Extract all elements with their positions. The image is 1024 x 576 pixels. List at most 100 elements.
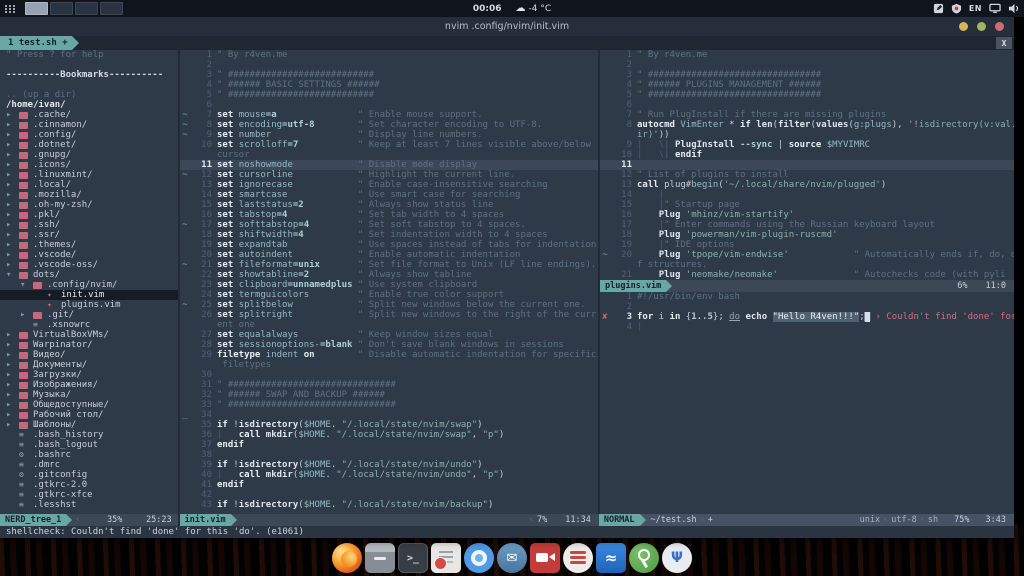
editor-line[interactable]: 32" ###### SWAP AND BACKUP ###### — [180, 390, 598, 400]
tree-folder-row[interactable]: ▸.themes/ — [0, 240, 178, 250]
volume-icon[interactable] — [1008, 3, 1020, 14]
editor-line[interactable]: 15set laststatus=2 " Always show status … — [180, 200, 598, 210]
tree-folder-row[interactable]: ▸.vscode/ — [0, 250, 178, 260]
editor-line[interactable]: 14 │ — [600, 190, 1014, 200]
editor-line[interactable]: 11 — [600, 160, 1014, 170]
editor-line[interactable]: 28set sessionoptions-=blank " Don't save… — [180, 340, 598, 350]
editor-line[interactable]: 24set termguicolors " Enable true color … — [180, 290, 598, 300]
editor-line[interactable]: 4" ###### PLUGINS MANAGEMENT ###### — [600, 80, 1014, 90]
chevron-closed-icon[interactable]: ▸ — [20, 310, 33, 320]
editor-line[interactable]: 1" By r4ven.me — [600, 50, 1014, 60]
editor-line[interactable]: 42 — [180, 490, 598, 500]
editor-line[interactable]: ~12set cursorline " Highlight the curren… — [180, 170, 598, 180]
editor-line[interactable]: ✘3for i in {1..5}; do echo "Hello R4ven!… — [600, 312, 1014, 322]
tree-folder-row[interactable]: ▸Изображения/ — [0, 380, 178, 390]
chevron-closed-icon[interactable]: ▸ — [6, 390, 19, 400]
editor-line[interactable]: 4│ — [600, 322, 1014, 332]
chevron-closed-icon[interactable]: ▸ — [6, 250, 19, 260]
editor-line[interactable]: 9│ \| PlugInstall --sync | source $MYVIM… — [600, 140, 1014, 150]
chevron-closed-icon[interactable]: ▸ — [6, 370, 19, 380]
tree-file-row[interactable]: ≡.lesshst — [0, 500, 178, 510]
tree-file-row[interactable]: ⚙.bashrc — [0, 450, 178, 460]
editor-line[interactable]: 2 — [180, 60, 598, 70]
chevron-closed-icon[interactable]: ▸ — [6, 110, 19, 120]
editor-line[interactable]: 18 Plug 'powerman/vim-plugin-ruscmd' — [600, 230, 1014, 240]
recorder-icon[interactable] — [530, 543, 560, 573]
editor-line[interactable]: 10set scrolloff=7 " Keep at least 7 line… — [180, 140, 598, 150]
chevron-closed-icon[interactable]: ▸ — [6, 230, 19, 240]
chevron-closed-icon[interactable]: ▸ — [6, 340, 19, 350]
monitor-icon[interactable]: ≈ — [596, 543, 626, 573]
editor-line[interactable]: ~9set number " Display line numbers. — [180, 130, 598, 140]
chevron-closed-icon[interactable]: ▸ — [6, 380, 19, 390]
tab-test-sh[interactable]: 1 test.sh + — [0, 36, 72, 50]
tree-folder-row[interactable]: ▸Warpinator/ — [0, 340, 178, 350]
tree-folder-row[interactable]: ▸.mozilla/ — [0, 190, 178, 200]
tree-folder-row[interactable]: ▸Загрузки/ — [0, 370, 178, 380]
editor-icon[interactable] — [431, 543, 461, 573]
editor-line[interactable]: 22set showtabline=2 " Always show tablin… — [180, 270, 598, 280]
editor-line[interactable]: 29filetype indent on " Disable automatic… — [180, 350, 598, 360]
tree-file-row[interactable]: ≡.gtkrc-2.0 — [0, 480, 178, 490]
editor-line[interactable]: 13call plug#begin('~/.local/share/nvim/p… — [600, 180, 1014, 190]
chevron-closed-icon[interactable]: ▸ — [6, 180, 19, 190]
firefox-icon[interactable] — [332, 543, 362, 573]
tree-folder-row[interactable]: ▾.config/nvim/ — [0, 280, 178, 290]
editor-line[interactable]: ~21set fileformat=unix " Set file format… — [180, 260, 598, 270]
tree-folder-row[interactable]: ▸.cinnamon/ — [0, 120, 178, 130]
tree-file-row[interactable]: ✦plugins.vim — [0, 300, 178, 310]
clock[interactable]: 00:06 — [473, 4, 502, 14]
editor-line[interactable]: ~7set mouse=a " Enable mouse support. — [180, 110, 598, 120]
editor-line[interactable]: 10│ \| endif — [600, 150, 1014, 160]
tree-folder-row[interactable]: ▸.local/ — [0, 180, 178, 190]
tree-folder-row[interactable]: ▸Рабочий стол/ — [0, 410, 178, 420]
tree-file-row[interactable]: .. (up a dir) — [0, 90, 178, 100]
editor-line[interactable]: 15 │" Startup page — [600, 200, 1014, 210]
editor-line[interactable]: _34 — [180, 410, 598, 420]
chevron-closed-icon[interactable]: ▸ — [6, 400, 19, 410]
tree-folder-row[interactable]: ▸.gnupg/ — [0, 150, 178, 160]
tree-file-row[interactable]: ⚙.gitconfig — [0, 470, 178, 480]
tabline-close-icon[interactable]: X — [996, 37, 1012, 49]
editor-line[interactable]: ~17set softtabstop=4 " Set soft tabstop … — [180, 220, 598, 230]
editor-line[interactable]: 31" ############################### — [180, 380, 598, 390]
chevron-closed-icon[interactable]: ▸ — [6, 360, 19, 370]
editor-line[interactable]: 12" List of plugins to install — [600, 170, 1014, 180]
tree-folder-row[interactable]: ▸Видео/ — [0, 350, 178, 360]
init-vim-pane[interactable]: 1" By r4ven.me 2 3" ####################… — [180, 50, 600, 514]
editor-line[interactable]: cursor — [180, 150, 598, 160]
tree-folder-row[interactable]: ▸.icons/ — [0, 160, 178, 170]
editor-line[interactable]: 37endif — [180, 440, 598, 450]
tree-folder-row[interactable]: ▸.config/ — [0, 130, 178, 140]
chevron-closed-icon[interactable]: ▸ — [6, 150, 19, 160]
editor-line[interactable]: ~25set splitbelow " Split new windows be… — [180, 300, 598, 310]
chevron-closed-icon[interactable]: ▸ — [6, 350, 19, 360]
editor-line[interactable]: 5" ########################### — [180, 90, 598, 100]
chevron-open-icon[interactable]: ▾ — [6, 270, 19, 280]
editor-line[interactable]: 2 — [600, 60, 1014, 70]
mail-icon[interactable]: ✉ — [497, 543, 527, 573]
chevron-closed-icon[interactable]: ▸ — [6, 240, 19, 250]
editor-line[interactable]: 41endif — [180, 480, 598, 490]
editor-line[interactable]: 6 — [600, 100, 1014, 110]
editor-line[interactable]: 21 Plug 'neomake/neomake' " Autochecks c… — [600, 270, 1014, 280]
chevron-closed-icon[interactable]: ▸ — [6, 170, 19, 180]
editor-line[interactable]: 8autocmd VimEnter * if len(filter(values… — [600, 120, 1014, 130]
editor-line[interactable]: 30 — [180, 370, 598, 380]
blueapp-icon[interactable]: Ψ — [662, 543, 692, 573]
chevron-open-icon[interactable]: ▾ — [20, 280, 33, 290]
tree-folder-row[interactable]: ▸Шаблоны/ — [0, 420, 178, 430]
tree-folder-row[interactable]: ▸Общедоступные/ — [0, 400, 178, 410]
nerdtree-pane[interactable]: " Press ? for help----------Bookmarks---… — [0, 50, 180, 514]
editor-line[interactable]: 16set tabstop=4 " Set tab width to 4 spa… — [180, 210, 598, 220]
editor-line[interactable]: 5" ################################ — [600, 90, 1014, 100]
editor-line[interactable]: 27set equalalways " Keep window sizes eq… — [180, 330, 598, 340]
editor-line[interactable]: 3" ########################### — [180, 70, 598, 80]
chevron-closed-icon[interactable]: ▸ — [6, 200, 19, 210]
display-icon[interactable] — [989, 3, 1001, 14]
editor-line[interactable]: 19set expandtab " Use spaces instead of … — [180, 240, 598, 250]
editor-line[interactable]: 23set clipboard=unnamedplus " Use system… — [180, 280, 598, 290]
editor-line[interactable]: 18set shiftwidth=4 " Set indentation wid… — [180, 230, 598, 240]
minimize-button[interactable] — [959, 22, 968, 31]
shield-icon[interactable] — [951, 3, 962, 14]
